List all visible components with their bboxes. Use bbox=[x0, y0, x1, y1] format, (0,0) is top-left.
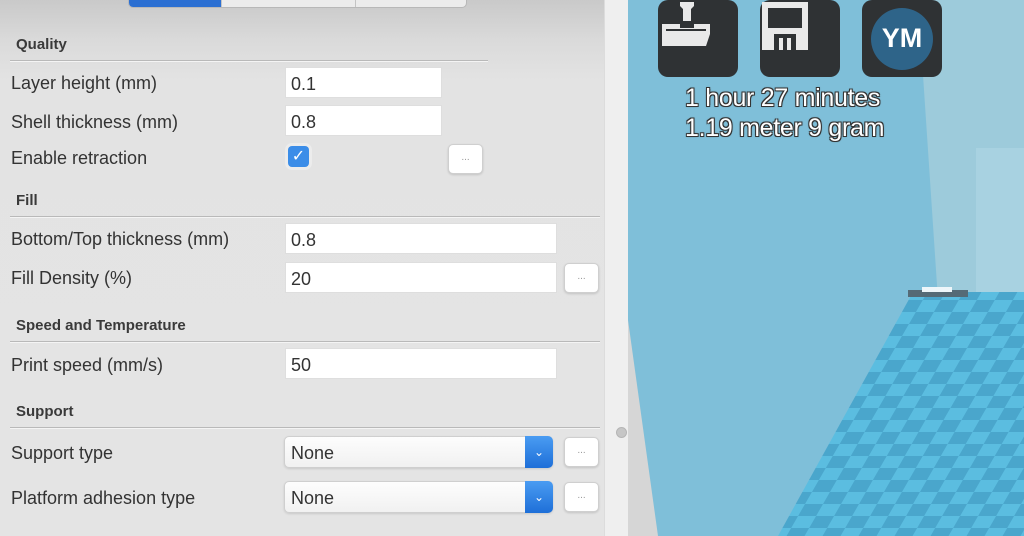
panel-shadow bbox=[628, 320, 658, 536]
support-type-value: None bbox=[291, 443, 335, 463]
build-plate bbox=[778, 292, 1024, 536]
tab-basic[interactable] bbox=[129, 0, 222, 7]
section-title-speed: Speed and Temperature bbox=[16, 317, 186, 334]
settings-panel: Quality Layer height (mm) 0.1 Shell thic… bbox=[0, 0, 604, 536]
wall-panel bbox=[976, 148, 1024, 298]
section-divider bbox=[10, 341, 600, 343]
platform-adhesion-value: None bbox=[291, 488, 335, 508]
layer-height-label: Layer height (mm) bbox=[11, 73, 158, 93]
load-model-button[interactable] bbox=[658, 0, 738, 77]
build-volume-scene bbox=[628, 0, 1024, 536]
enable-retraction-label: Enable retraction bbox=[11, 148, 148, 168]
print-time-text: 1 hour 27 minutes bbox=[685, 84, 881, 112]
retraction-more-button[interactable]: ... bbox=[448, 144, 483, 174]
3d-viewport[interactable]: YM bbox=[628, 0, 1024, 536]
panel-splitter[interactable] bbox=[604, 0, 629, 536]
support-type-label: Support type bbox=[11, 443, 114, 463]
tab-advanced[interactable] bbox=[222, 0, 356, 7]
youmagine-button[interactable]: YM bbox=[862, 0, 942, 77]
print-speed-label: Print speed (mm/s) bbox=[11, 355, 164, 375]
chevron-down-icon[interactable]: ⌄ bbox=[525, 481, 553, 513]
splitter-handle[interactable] bbox=[616, 427, 627, 438]
fill-density-more-button[interactable]: ... bbox=[564, 263, 599, 293]
layer-height-input[interactable]: 0.1 bbox=[285, 67, 442, 98]
bottom-top-thickness-input[interactable]: 0.8 bbox=[285, 223, 557, 254]
print-speed-input[interactable]: 50 bbox=[285, 348, 557, 379]
enable-retraction-checkbox[interactable]: ✓ bbox=[288, 146, 309, 167]
save-gcode-button[interactable] bbox=[760, 0, 840, 77]
platform-adhesion-more-button[interactable]: ... bbox=[564, 482, 599, 512]
platform-adhesion-label: Platform adhesion type bbox=[11, 488, 196, 508]
bottom-top-thickness-label: Bottom/Top thickness (mm) bbox=[11, 229, 230, 249]
shell-thickness-label: Shell thickness (mm) bbox=[11, 112, 179, 132]
fill-density-input[interactable]: 20 bbox=[285, 262, 557, 293]
model-object bbox=[922, 287, 952, 292]
checkmark-icon: ✓ bbox=[291, 148, 306, 165]
shell-thickness-input[interactable]: 0.8 bbox=[285, 105, 442, 136]
section-divider bbox=[10, 60, 488, 62]
platform-adhesion-select[interactable]: None ⌄ bbox=[284, 481, 553, 513]
section-title-quality: Quality bbox=[16, 36, 67, 53]
tab-plugins[interactable] bbox=[356, 0, 466, 7]
support-type-more-button[interactable]: ... bbox=[564, 437, 599, 467]
fill-density-label: Fill Density (%) bbox=[11, 268, 133, 288]
load-model-icon bbox=[662, 2, 710, 46]
section-divider bbox=[10, 427, 600, 429]
section-title-support: Support bbox=[16, 403, 74, 420]
material-usage-text: 1.19 meter 9 gram bbox=[685, 114, 885, 142]
chevron-down-icon[interactable]: ⌄ bbox=[525, 436, 553, 468]
settings-tabs bbox=[128, 0, 467, 8]
support-type-select[interactable]: None ⌄ bbox=[284, 436, 553, 468]
floppy-disk-icon bbox=[762, 2, 808, 50]
section-title-fill: Fill bbox=[16, 192, 38, 209]
ym-logo: YM bbox=[871, 7, 933, 70]
section-divider bbox=[10, 216, 600, 218]
